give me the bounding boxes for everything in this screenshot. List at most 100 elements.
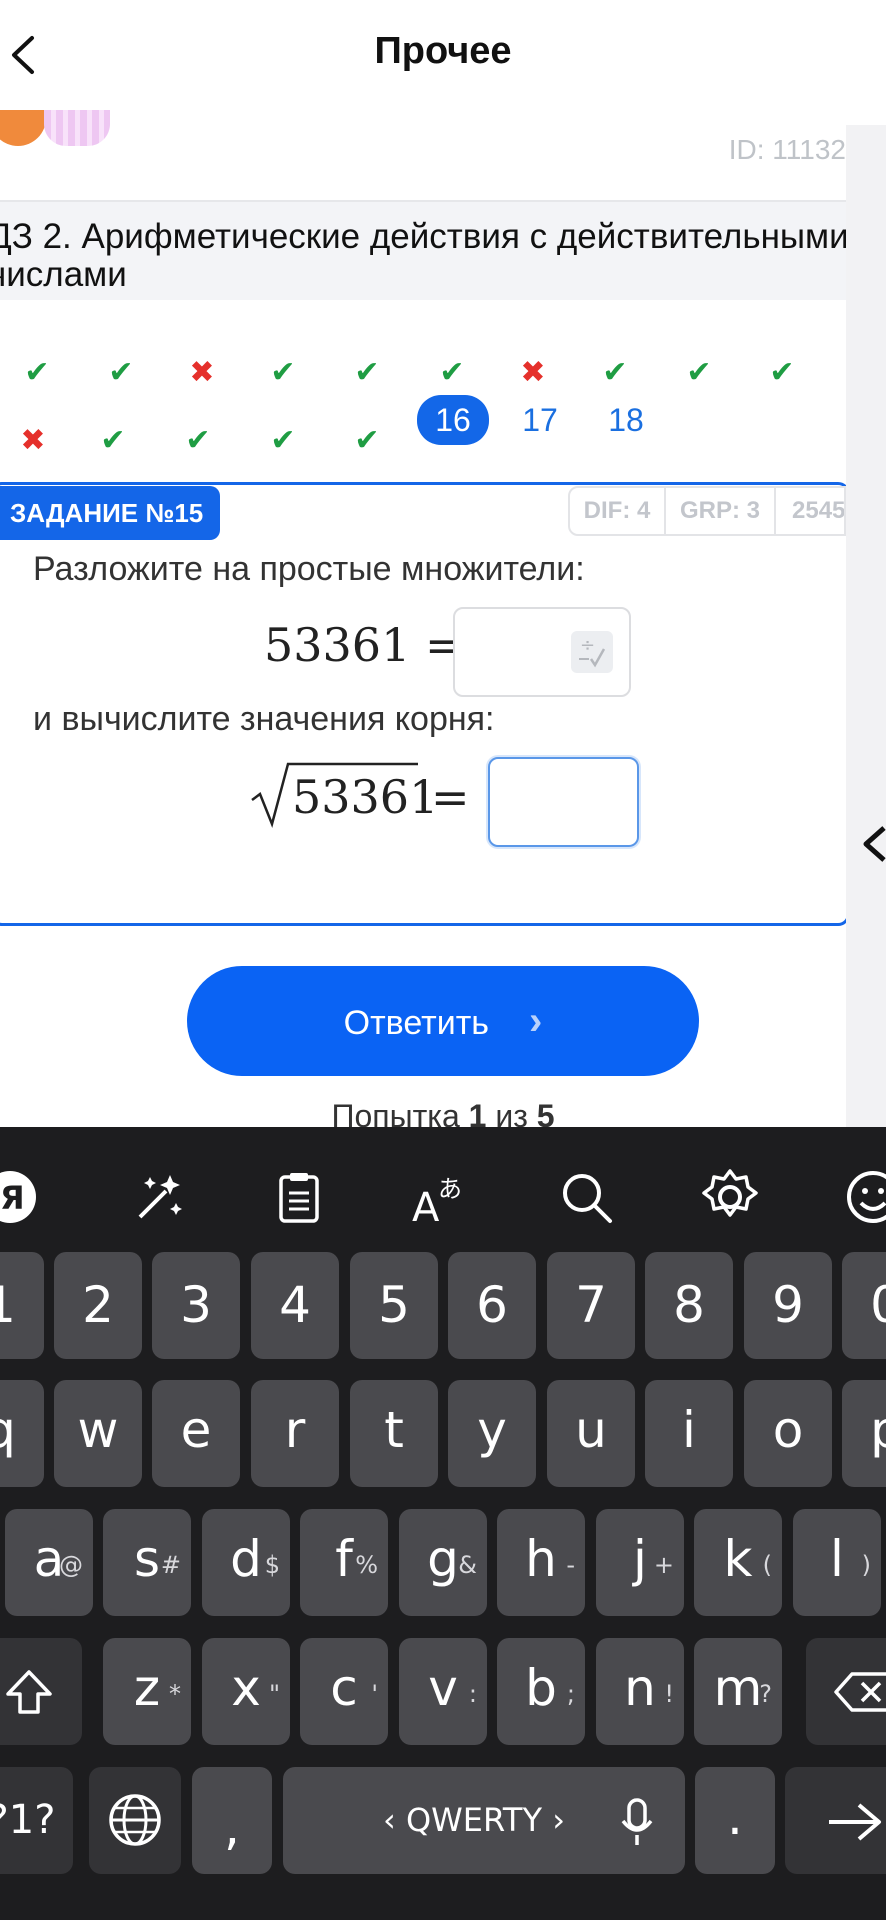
key-u[interactable]: u xyxy=(547,1380,635,1487)
svg-text:Я: Я xyxy=(0,1179,25,1217)
status-correct-icon[interactable]: ✔ xyxy=(585,350,645,396)
on-screen-keyboard: Я Aあ 1 2 3 4 5 6 7 8 9 0 q w e r t y u i… xyxy=(0,1127,886,1920)
key-p[interactable]: p xyxy=(842,1380,886,1487)
group-badge: GRP: 3 xyxy=(666,486,776,536)
arrow-right-icon xyxy=(829,1803,881,1841)
key-c[interactable]: ' c xyxy=(300,1638,388,1745)
search-icon[interactable] xyxy=(556,1167,616,1227)
page-title: Прочее xyxy=(374,30,512,72)
status-wrong-icon[interactable]: ✖ xyxy=(172,350,232,396)
status-wrong-icon[interactable]: ✖ xyxy=(3,418,63,464)
attempts-counter: Попытка 1 из 5 xyxy=(331,1098,555,1127)
key-z[interactable]: * z xyxy=(103,1638,191,1745)
key-k[interactable]: (k xyxy=(694,1509,782,1616)
key-t[interactable]: t xyxy=(350,1380,438,1487)
shift-arrow-icon xyxy=(6,1670,52,1714)
key-l[interactable]: ) l xyxy=(793,1509,881,1616)
status-correct-icon[interactable]: ✔ xyxy=(752,350,812,396)
key-a[interactable]: @ a xyxy=(5,1509,93,1616)
yandex-icon[interactable]: Я xyxy=(0,1167,40,1227)
status-correct-icon[interactable]: ✔ xyxy=(168,418,228,464)
question-text: Разложите на простые множители: xyxy=(33,550,585,588)
key-0[interactable]: 0 xyxy=(842,1252,886,1359)
key-7[interactable]: 7 xyxy=(547,1252,635,1359)
task-content: ID: 11132 ДЗ 2. Арифметические действия … xyxy=(0,110,846,1127)
key-e[interactable]: e xyxy=(152,1380,240,1487)
status-correct-icon[interactable]: ✔ xyxy=(91,350,151,396)
calculator-icon[interactable]: ÷ xyxy=(571,631,613,673)
task-id: ID: 11132 xyxy=(728,134,846,165)
key-2[interactable]: 2 xyxy=(54,1252,142,1359)
equals-sign: = xyxy=(431,770,470,824)
root-value-input[interactable] xyxy=(488,757,639,847)
key-m[interactable]: ? m xyxy=(694,1638,782,1745)
magic-wand-icon[interactable] xyxy=(128,1167,188,1227)
key-f[interactable]: % f xyxy=(300,1509,388,1616)
key-1[interactable]: 1 xyxy=(0,1252,44,1359)
key-h[interactable]: -h xyxy=(497,1509,585,1616)
avatar xyxy=(0,110,46,146)
key-x[interactable]: " x xyxy=(202,1638,290,1745)
status-correct-icon[interactable]: ✔ xyxy=(422,350,482,396)
key-n[interactable]: ! n xyxy=(596,1638,684,1745)
key-6[interactable]: 6 xyxy=(448,1252,536,1359)
status-correct-icon[interactable]: ✔ xyxy=(337,350,397,396)
shift-key[interactable] xyxy=(0,1638,82,1745)
key-5[interactable]: 5 xyxy=(350,1252,438,1359)
key-s[interactable]: # s xyxy=(103,1509,191,1616)
svg-text:あ: あ xyxy=(438,1175,462,1203)
key-q[interactable]: q xyxy=(0,1380,44,1487)
symbols-key[interactable]: ?1? xyxy=(0,1767,73,1874)
task-number[interactable]: 17 xyxy=(510,397,570,443)
key-i[interactable]: i xyxy=(645,1380,733,1487)
language-key[interactable] xyxy=(89,1767,181,1874)
topic-title: ДЗ 2. Арифметические действия с действит… xyxy=(0,200,846,300)
period-key[interactable]: . xyxy=(695,1767,775,1874)
factorization-input[interactable]: ÷ xyxy=(453,607,631,697)
key-8[interactable]: 8 xyxy=(645,1252,733,1359)
task-number[interactable]: 18 xyxy=(596,397,656,443)
status-correct-icon[interactable]: ✔ xyxy=(7,350,67,396)
avatar xyxy=(44,110,110,146)
key-o[interactable]: o xyxy=(744,1380,832,1487)
key-y[interactable]: y xyxy=(448,1380,536,1487)
key-j[interactable]: + j xyxy=(596,1509,684,1616)
clipboard-icon[interactable] xyxy=(269,1167,329,1227)
key-4[interactable]: 4 xyxy=(251,1252,339,1359)
key-v[interactable]: :v xyxy=(399,1638,487,1745)
chevron-right-icon: › xyxy=(529,999,543,1043)
key-b[interactable]: ; b xyxy=(497,1638,585,1745)
comma-key[interactable]: , xyxy=(192,1767,272,1874)
difficulty-badge: DIF: 4 xyxy=(568,486,666,536)
status-correct-icon[interactable]: ✔ xyxy=(669,350,729,396)
status-wrong-icon[interactable]: ✖ xyxy=(503,350,563,396)
microphone-icon[interactable] xyxy=(619,1797,655,1847)
globe-icon xyxy=(109,1794,161,1846)
space-bar[interactable]: ‹ QWERTY › xyxy=(283,1767,685,1874)
enter-key[interactable] xyxy=(785,1767,886,1874)
key-3[interactable]: 3 xyxy=(152,1252,240,1359)
key-d[interactable]: $ d xyxy=(202,1509,290,1616)
svg-text:A: A xyxy=(412,1185,440,1227)
gear-icon[interactable] xyxy=(700,1167,760,1227)
answer-button[interactable]: Ответить › xyxy=(187,966,699,1076)
key-r[interactable]: r xyxy=(251,1380,339,1487)
backspace-key[interactable] xyxy=(806,1638,886,1745)
translate-icon[interactable]: Aあ xyxy=(410,1167,470,1231)
key-9[interactable]: 9 xyxy=(744,1252,832,1359)
svg-text:÷: ÷ xyxy=(580,635,595,656)
task-label: ЗАДАНИЕ №15 xyxy=(0,486,220,540)
status-correct-icon[interactable]: ✔ xyxy=(253,350,313,396)
status-correct-icon[interactable]: ✔ xyxy=(337,418,397,464)
key-g[interactable]: & g xyxy=(399,1509,487,1616)
emoji-icon[interactable] xyxy=(843,1167,886,1227)
top-bar: Прочее xyxy=(0,0,886,110)
task-number-current[interactable]: 16 xyxy=(417,395,489,445)
key-w[interactable]: w xyxy=(54,1380,142,1487)
status-correct-icon[interactable]: ✔ xyxy=(83,418,143,464)
side-panel-toggle-icon[interactable] xyxy=(860,820,886,868)
status-correct-icon[interactable]: ✔ xyxy=(253,418,313,464)
backspace-icon xyxy=(834,1672,886,1712)
side-panel-edge xyxy=(846,125,886,1127)
task-code-badge: 2545 xyxy=(776,486,846,536)
